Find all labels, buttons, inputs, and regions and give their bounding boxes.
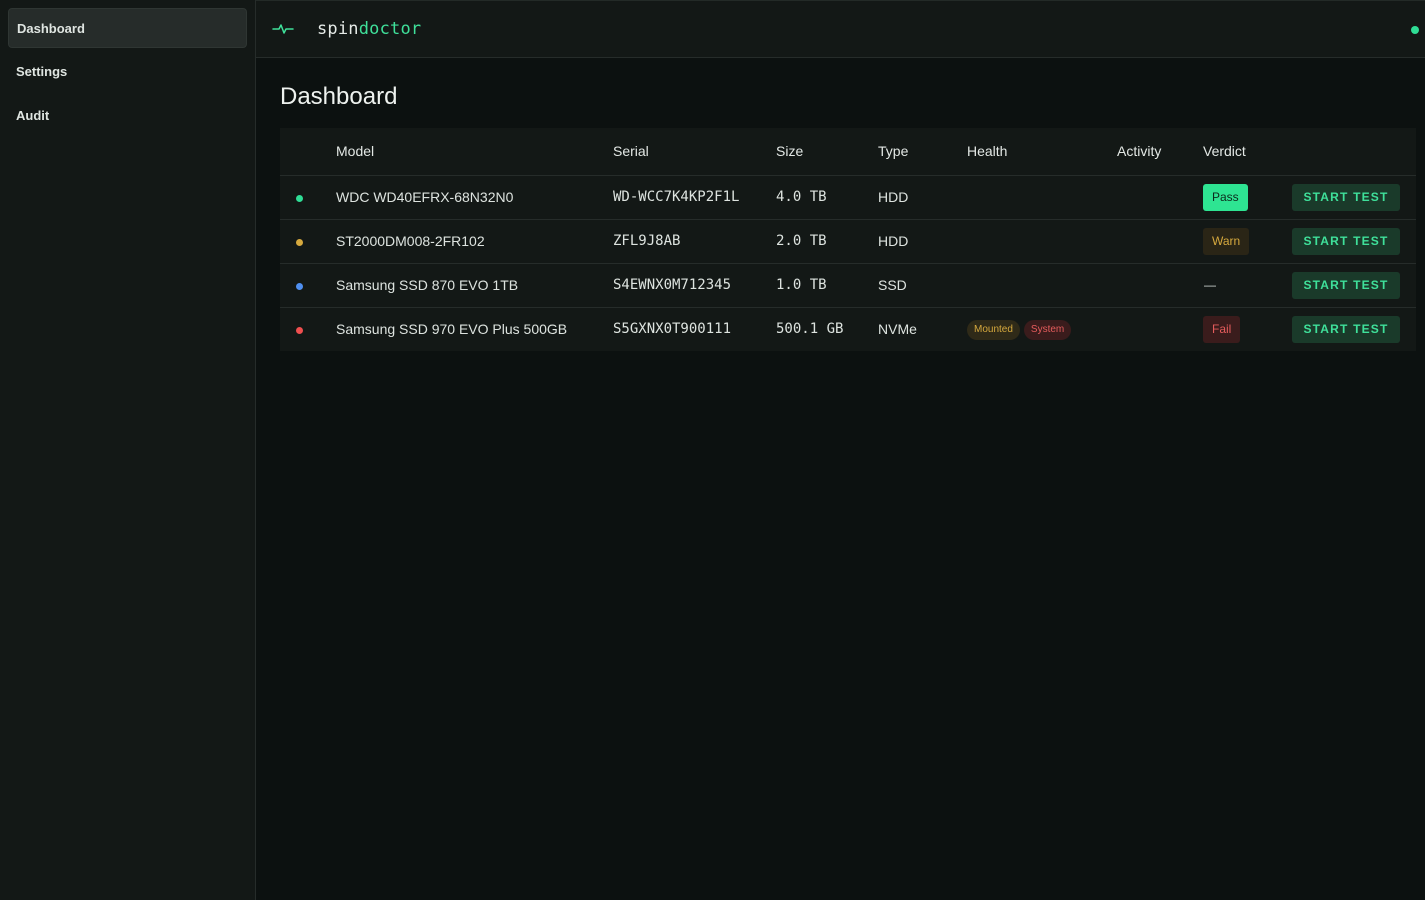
activity-cell: [1117, 175, 1203, 220]
start-test-button[interactable]: START TEST: [1292, 227, 1400, 255]
health-cell: [967, 219, 1117, 264]
sidebar-item-settings[interactable]: Settings: [8, 52, 247, 92]
status-dot: [296, 327, 303, 335]
page-title: Dashboard: [280, 83, 398, 110]
health-chip-mounted: Mounted: [967, 319, 1020, 340]
type-cell: SSD: [878, 263, 967, 308]
size-cell: 4.0 TB: [776, 175, 878, 220]
status-dot: [296, 239, 303, 246]
serial-cell: ZFL9J8AB: [613, 219, 776, 264]
brand-part-2: doctor: [358, 19, 422, 39]
status-cell: [280, 219, 336, 264]
start-test-button[interactable]: START TEST: [1292, 271, 1400, 299]
type-cell: HDD: [878, 219, 967, 264]
action-cell: START TEST: [1292, 219, 1416, 264]
sidebar: Dashboard Settings Audit: [0, 0, 256, 900]
verdict-cell: Warn: [1203, 219, 1292, 264]
size-cell: 2.0 TB: [776, 219, 878, 264]
top-bar: spindoctor: [256, 0, 1425, 58]
health-chip-system: System: [1023, 319, 1072, 340]
start-test-button[interactable]: START TEST: [1292, 183, 1400, 211]
pulse-icon: [272, 22, 294, 36]
header-serial: Serial: [613, 128, 776, 176]
activity-cell: [1117, 263, 1203, 308]
size-cell: 1.0 TB: [776, 263, 878, 308]
model-cell: ST2000DM008-2FR102: [336, 219, 613, 264]
verdict-cell: Fail: [1203, 307, 1292, 351]
table-row: WDC WD40EFRX-68N32N0 WD-WCC7K4KP2F1L 4.0 T…: [280, 175, 1416, 220]
verdict-badge: Fail: [1203, 315, 1241, 343]
verdict-badge: Pass: [1203, 183, 1248, 211]
table-row: ST2000DM008-2FR102 ZFL9J8AB 2.0 TB HDD Warn S…: [280, 219, 1416, 264]
model-cell: Samsung SSD 870 EVO 1TB: [336, 263, 613, 308]
verdict-cell: Pass: [1203, 175, 1292, 220]
type-cell: HDD: [878, 175, 967, 220]
sidebar-item-audit[interactable]: Audit: [8, 96, 247, 136]
model-cell: WDC WD40EFRX-68N32N0: [336, 175, 613, 220]
header-actions: [1292, 128, 1416, 176]
disk-table: Model Serial Size Type Health Activity V…: [280, 128, 1416, 351]
health-cell: [967, 263, 1117, 308]
health-cell: [967, 175, 1117, 220]
activity-cell: [1117, 219, 1203, 264]
app-brand: spindoctor: [317, 19, 421, 39]
status-cell: [280, 263, 336, 308]
status-dot: [296, 195, 303, 202]
header-model: Model: [336, 128, 613, 176]
action-cell: START TEST: [1292, 263, 1416, 308]
size-cell: 500.1 GB: [776, 321, 844, 338]
activity-cell: [1117, 307, 1203, 351]
brand-part-1: spin: [317, 19, 359, 39]
header-type: Type: [878, 128, 967, 176]
sidebar-item-dashboard[interactable]: Dashboard: [8, 8, 247, 48]
verdict-badge: Warn: [1203, 227, 1250, 255]
status-cell: [280, 175, 336, 220]
table-row: Samsung SSD 870 EVO 1TB S4EWNX0M712345 1.0…: [280, 263, 1416, 308]
start-test-button[interactable]: START TEST: [1292, 315, 1400, 343]
action-cell: START TEST: [1292, 307, 1416, 351]
serial-cell: WD-WCC7K4KP2F1L: [613, 175, 776, 220]
model-cell: Samsung SSD 970 EVO Plus 500GB: [336, 321, 568, 338]
health-cell: Mounted System: [967, 307, 1117, 351]
serial-cell: S4EWNX0M712345: [613, 263, 776, 308]
header-status: [280, 128, 336, 176]
disk-table-body: WDC WD40EFRX-68N32N0 WD-WCC7K4KP2F1L 4.0 T…: [280, 175, 1416, 351]
header-health: Health: [967, 128, 1117, 176]
table-header-row: Model Serial Size Type Health Activity V…: [280, 128, 1416, 176]
header-verdict: Verdict: [1203, 128, 1292, 176]
type-cell: NVMe: [878, 321, 917, 338]
verdict-cell: —: [1203, 263, 1292, 308]
header-size: Size: [776, 128, 878, 176]
table-row: Samsung SSD 970 EVO Plus 500GB S5GXNX0T90…: [280, 307, 1416, 351]
action-cell: START TEST: [1292, 175, 1416, 220]
status-dot: [296, 283, 303, 290]
verdict-badge: —: [1204, 277, 1216, 292]
status-cell: [280, 307, 336, 351]
main-content: Dashboard Model Serial Size Type Health …: [280, 58, 1416, 351]
connection-status-dot: [1411, 26, 1419, 34]
header-activity: Activity: [1117, 128, 1203, 176]
serial-cell: S5GXNX0T900111: [613, 321, 732, 338]
